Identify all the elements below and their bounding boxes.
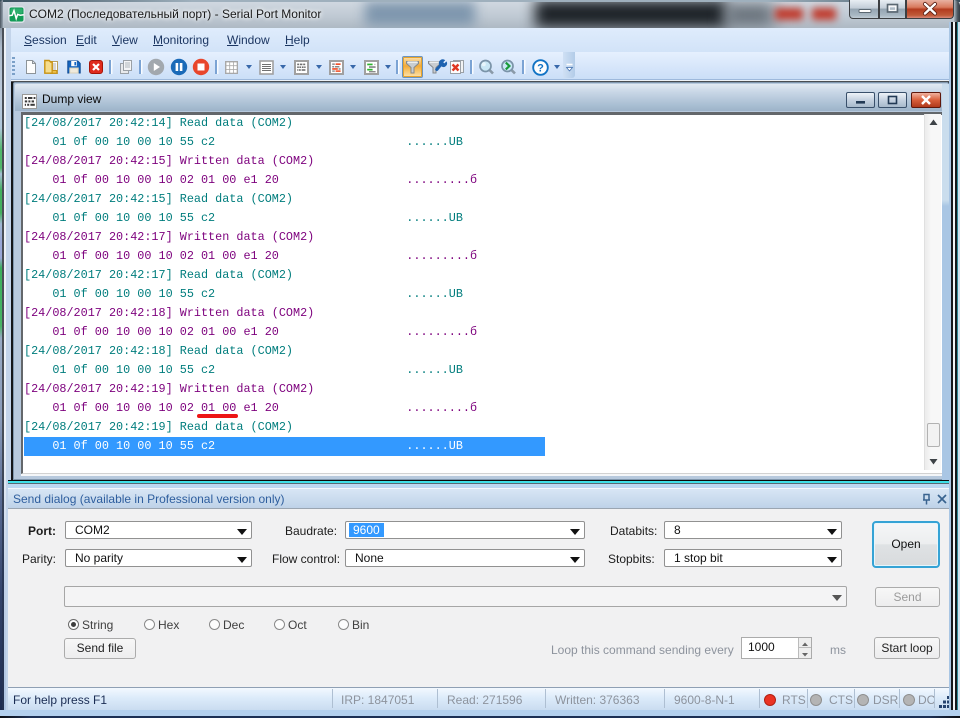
svg-text:?: ? (537, 63, 544, 75)
